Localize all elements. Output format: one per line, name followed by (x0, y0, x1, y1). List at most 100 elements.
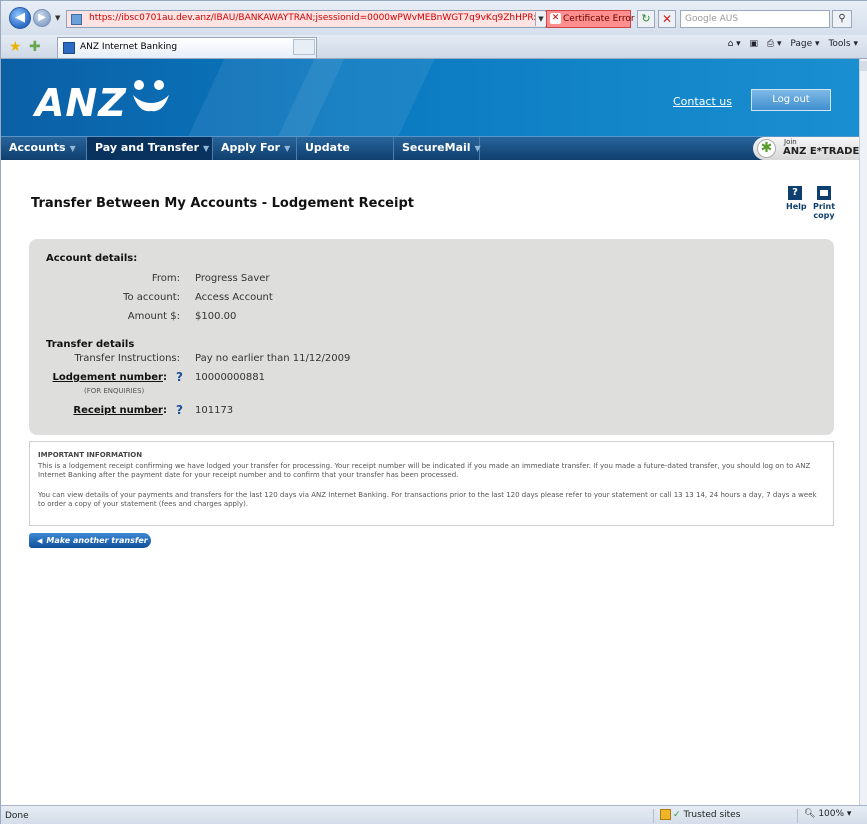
account-details-heading: Account details: (46, 253, 138, 264)
scrollbar-thumb[interactable] (860, 61, 867, 71)
url-field[interactable]: https://ibsc0701au.dev.anz/IBAU/BANKAWAY… (66, 10, 546, 28)
print-label-line-1: Print (812, 202, 836, 211)
receipt-help-icon[interactable]: ? (176, 403, 183, 417)
nav-item-apply-for[interactable]: Apply For ▼ (213, 137, 297, 160)
receipt-number-link[interactable]: Receipt number (73, 405, 163, 416)
print-icon[interactable]: ⎙ ▾ (767, 39, 782, 49)
from-value: Progress Saver (195, 273, 270, 284)
amount-label: Amount $: (127, 311, 180, 322)
transfer-instructions-value: Pay no earlier than 11/12/2009 (195, 353, 351, 364)
anz-people-logo-icon (133, 80, 169, 112)
receipt-details-panel: Account details: From: Progress Saver To… (29, 239, 834, 435)
security-zone[interactable]: ✓ Trusted sites (653, 809, 789, 823)
tools-menu[interactable]: Tools ▾ (828, 39, 858, 49)
tab-title: ANZ Internet Banking (80, 42, 178, 52)
receipt-number-label: Receipt number: (49, 405, 167, 416)
add-favorites-icon[interactable]: ✚ (29, 39, 41, 55)
status-text: Done (5, 811, 29, 821)
lodgement-number-label: Lodgement number: (49, 372, 167, 383)
anz-logo[interactable]: ANZ (35, 81, 127, 125)
enquiries-note: (FOR ENQUIRIES) (84, 387, 145, 395)
vertical-scrollbar[interactable] (859, 59, 867, 805)
to-account-value: Access Account (195, 292, 273, 303)
transfer-details-heading: Transfer details (46, 339, 135, 350)
make-another-transfer-button[interactable]: ◀ Make another transfer (29, 533, 151, 548)
search-icon[interactable]: ⚲ (832, 10, 852, 28)
join-label: Join (784, 138, 797, 146)
nav-item-update-details[interactable]: Update Details (297, 137, 394, 176)
nav-item-label: SecureMail (402, 141, 471, 154)
favorites-star-icon[interactable]: ★ (9, 39, 22, 55)
chevron-left-icon: ◀ (37, 537, 43, 545)
back-button[interactable]: ◀ (9, 7, 31, 29)
make-another-transfer-label: Make another transfer (46, 536, 148, 545)
receipt-number-value: 101173 (195, 405, 234, 416)
contact-us-link[interactable]: Contact us (673, 95, 732, 108)
certificate-warning-icon: ✕ (550, 13, 561, 24)
page-menu[interactable]: Page ▾ (790, 39, 819, 49)
lodgement-help-icon[interactable]: ? (176, 370, 183, 384)
page-title: Transfer Between My Accounts - Lodgement… (31, 196, 414, 211)
nav-item-accounts[interactable]: Accounts ▼ (1, 137, 87, 160)
zoom-level: 100% (818, 809, 845, 819)
zoom-control[interactable]: 🔍︎ 100% ▾ (797, 809, 867, 823)
important-information-title: IMPORTANT INFORMATION (38, 451, 143, 459)
chevron-down-icon: ▾ (846, 809, 852, 819)
label-colon: : (163, 405, 167, 416)
forward-button[interactable]: ▶ (33, 9, 51, 27)
chevron-down-icon: ▼ (284, 144, 291, 153)
important-information-paragraph: This is a lodgement receipt confirming w… (38, 462, 811, 479)
chevron-down-icon: ▼ (69, 144, 76, 153)
from-label: From: (151, 273, 180, 284)
print-copy-button[interactable]: Print copy (811, 186, 837, 226)
security-zone-label: Trusted sites (683, 810, 741, 820)
stop-button[interactable]: ✕ (658, 10, 676, 28)
page-favicon-icon (71, 14, 82, 25)
label-colon: : (163, 372, 167, 383)
search-input[interactable]: Google AUS (680, 10, 830, 28)
tab-favicon-icon (63, 42, 75, 54)
certificate-error-button[interactable]: ✕ Certificate Error (546, 10, 635, 28)
nav-item-label: Update Details (305, 141, 350, 176)
site-header: ANZ Contact us Log out (1, 59, 859, 136)
feeds-icon[interactable]: ▣ (750, 39, 759, 49)
protected-mode-icon (660, 809, 671, 820)
certificate-error-label: Certificate Error (563, 14, 635, 24)
chevron-down-icon: ▼ (203, 144, 210, 153)
transfer-instructions-label: Transfer Instructions: (74, 353, 181, 364)
join-etrade-button[interactable]: ✱ Join ANZ E*TRADE (753, 137, 859, 160)
command-bar: ⌂ ▾ ▣ ⎙ ▾ Page ▾ Tools ▾ (722, 39, 858, 49)
address-toolbar: ◀ ▶ ▼ https://ibsc0701au.dev.anz/IBAU/BA… (1, 1, 867, 35)
important-information-box: IMPORTANT INFORMATION This is a lodgemen… (29, 441, 834, 526)
chevron-down-icon: ▼ (474, 144, 481, 153)
home-icon[interactable]: ⌂ ▾ (728, 39, 741, 49)
logout-button[interactable]: Log out (751, 89, 831, 111)
page-viewport: ANZ Contact us Log out Accounts ▼ Pay and… (1, 59, 859, 805)
history-dropdown-icon[interactable]: ▼ (55, 14, 60, 22)
lodgement-number-value: 10000000881 (195, 372, 265, 383)
nav-item-label: Accounts (9, 141, 66, 154)
printer-icon (817, 186, 831, 200)
url-text: https://ibsc0701au.dev.anz/IBAU/BANKAWAY… (89, 13, 545, 23)
browser-tab[interactable]: ANZ Internet Banking (57, 37, 317, 58)
help-button[interactable]: ? Help (786, 186, 807, 223)
new-tab-button[interactable] (293, 39, 315, 55)
refresh-button[interactable]: ↻ (637, 10, 655, 28)
search-placeholder: Google AUS (685, 14, 739, 24)
to-account-label: To account: (123, 292, 180, 303)
help-label: Help (786, 202, 807, 211)
nav-item-label: Apply For (221, 141, 281, 154)
lodgement-number-link[interactable]: Lodgement number (53, 372, 163, 383)
main-nav: Accounts ▼ Pay and Transfer ▼ Apply For ▼ U… (1, 136, 859, 176)
nav-item-label: Pay and Transfer (95, 141, 200, 154)
etrade-star-icon: ✱ (757, 139, 776, 158)
etrade-label: ANZ E*TRADE (783, 146, 859, 157)
help-icon: ? (788, 186, 802, 200)
url-dropdown-icon[interactable]: ▼ (535, 12, 546, 26)
amount-value: $100.00 (195, 311, 237, 322)
print-label-line-2: copy (813, 211, 835, 220)
browser-window: ◀ ▶ ▼ https://ibsc0701au.dev.anz/IBAU/BA… (0, 0, 867, 824)
trusted-check-icon: ✓ (673, 810, 681, 820)
nav-item-pay-and-transfer[interactable]: Pay and Transfer ▼ (87, 137, 213, 160)
nav-item-securemail[interactable]: SecureMail ▼ (394, 137, 481, 160)
